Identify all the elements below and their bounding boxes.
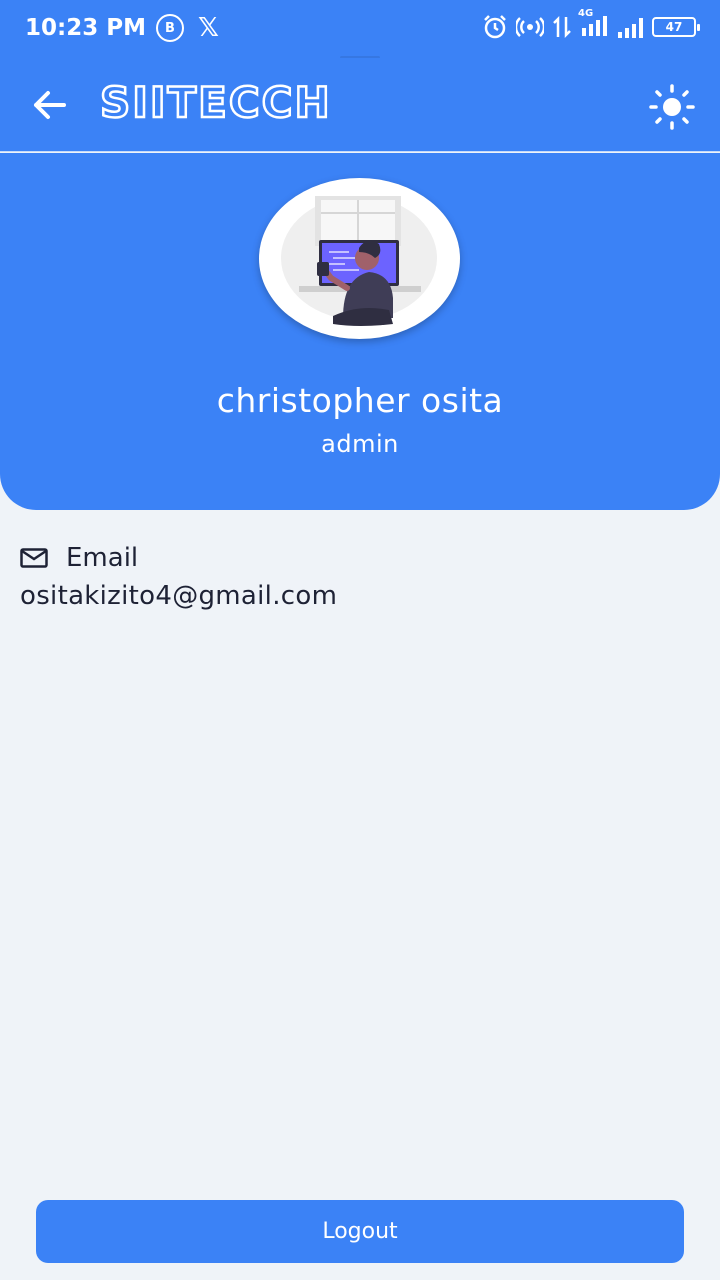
status-right-icons: 4G 47: [482, 8, 700, 40]
email-label: Email: [66, 543, 139, 573]
mail-icon: [20, 548, 48, 568]
logout-button[interactable]: Logout: [36, 1200, 684, 1263]
user-name: christopher osita: [216, 381, 504, 420]
x-notification-icon: 𝕏: [198, 13, 219, 43]
status-time: 10:23 PM: [25, 15, 146, 41]
hotspot-icon: [516, 17, 544, 37]
email-value: ositakizito4@gmail.com: [20, 581, 338, 611]
status-left-icons: B 𝕏: [156, 14, 219, 42]
back-arrow-icon[interactable]: [28, 85, 72, 125]
alarm-icon: [484, 15, 506, 39]
user-role: admin: [321, 430, 399, 458]
battery-indicator: 47: [652, 17, 700, 37]
email-header: Email: [20, 543, 337, 573]
sun-icon[interactable]: [648, 83, 696, 131]
profile-header: christopher osita admin: [0, 153, 720, 510]
data-transfer-icon: [553, 15, 571, 39]
avatar: [259, 178, 460, 339]
avatar-illustration: [261, 180, 457, 336]
network-type-label: 4G: [578, 8, 594, 19]
email-section: Email ositakizito4@gmail.com: [20, 543, 337, 611]
signal-4g: 4G: [578, 8, 608, 40]
b-notification-icon: B: [156, 14, 184, 42]
app-bar: SIITECCH: [0, 58, 720, 152]
status-bar: 10:23 PM B 𝕏 4G 47: [0, 0, 720, 59]
signal-strength-2-icon: [618, 18, 643, 38]
app-logo-title: SIITECCH: [99, 77, 332, 129]
